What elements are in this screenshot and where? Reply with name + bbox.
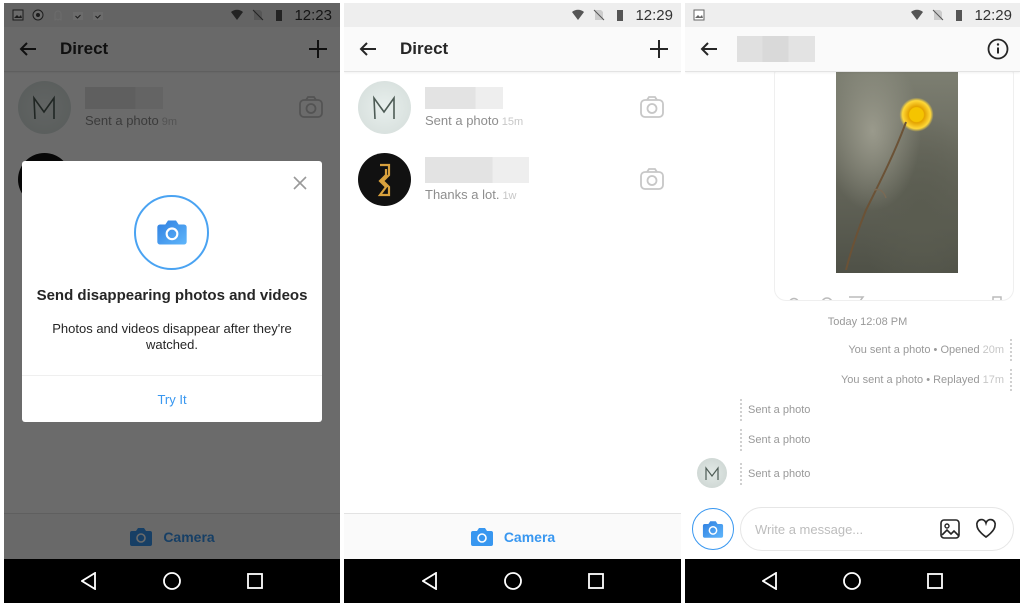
status-time: 12:29 bbox=[635, 6, 673, 24]
thread-preview: Sent a photo bbox=[425, 112, 499, 128]
disappearing-indicator bbox=[740, 399, 742, 421]
conversation-title-blurred[interactable] bbox=[737, 36, 815, 62]
info-button[interactable] bbox=[976, 27, 1020, 71]
camera-bar[interactable]: Camera bbox=[344, 513, 681, 559]
message-input-container bbox=[740, 507, 1014, 551]
back-button[interactable] bbox=[687, 27, 731, 71]
flower-photo bbox=[836, 70, 958, 273]
nav-home-button[interactable] bbox=[160, 569, 184, 593]
status-time: 12:29 bbox=[974, 6, 1012, 24]
triangle-back-icon bbox=[81, 572, 97, 590]
app-bar: Direct bbox=[344, 27, 681, 72]
info-icon bbox=[987, 38, 1009, 60]
disappearing-indicator bbox=[740, 429, 742, 451]
message-text: Sent a photo bbox=[748, 404, 811, 416]
camera-label: Camera bbox=[503, 528, 556, 545]
back-button[interactable] bbox=[346, 27, 390, 71]
circle-home-icon bbox=[503, 572, 522, 590]
no-sim-icon bbox=[594, 9, 605, 21]
avatar bbox=[358, 152, 411, 206]
username-blurred bbox=[425, 86, 503, 109]
square-recents-icon bbox=[246, 573, 263, 589]
disappearing-indicator bbox=[1010, 339, 1012, 361]
camera-icon bbox=[470, 527, 493, 546]
camera-reply-icon[interactable] bbox=[639, 166, 665, 192]
disappearing-media-dialog: Send disappearing photos and videos Phot… bbox=[22, 161, 322, 422]
dialog-heading: Send disappearing photos and videos bbox=[36, 287, 308, 304]
screen-with-dialog: 12:23 Direct Sent a photo9m Camera bbox=[4, 3, 340, 603]
nav-recents-button[interactable] bbox=[243, 569, 267, 593]
disappearing-indicator bbox=[1010, 369, 1012, 391]
username-blurred bbox=[425, 156, 529, 183]
new-message-button[interactable] bbox=[637, 27, 681, 71]
app-bar bbox=[685, 27, 1020, 72]
wifi-icon bbox=[911, 9, 924, 20]
wifi-icon bbox=[572, 9, 585, 20]
thread-list-item[interactable]: Thanks a lot. 1w bbox=[344, 144, 681, 214]
camera-icon bbox=[702, 520, 724, 538]
nav-home-button[interactable] bbox=[501, 569, 525, 593]
conversation-screen: 12:29 Today 12:08 PM You sent a photo • … bbox=[685, 3, 1020, 603]
thread-preview: Thanks a lot. bbox=[425, 186, 500, 202]
nav-back-button[interactable] bbox=[418, 569, 442, 593]
message-text: You sent a photo • Replayed bbox=[840, 374, 980, 386]
android-nav-bar bbox=[344, 559, 681, 603]
circle-home-icon bbox=[843, 572, 862, 590]
try-it-button[interactable]: Try It bbox=[22, 376, 322, 422]
received-message[interactable]: Sent a photo bbox=[740, 463, 810, 485]
arrow-left-icon bbox=[359, 42, 376, 56]
message-time: 17m bbox=[982, 374, 1004, 386]
triangle-back-icon bbox=[762, 572, 778, 590]
nav-recents-button[interactable] bbox=[584, 569, 608, 593]
circle-home-icon bbox=[163, 572, 181, 590]
message-composer bbox=[685, 503, 1020, 559]
square-recents-icon bbox=[587, 573, 604, 589]
received-message[interactable]: Sent a photo bbox=[740, 399, 810, 421]
post-actions bbox=[785, 292, 1003, 300]
message-input[interactable] bbox=[755, 521, 925, 537]
gallery-icon[interactable] bbox=[939, 518, 961, 540]
sender-avatar[interactable] bbox=[697, 458, 727, 488]
camera-ring bbox=[134, 195, 209, 270]
nav-back-button[interactable] bbox=[758, 569, 782, 593]
chat-timestamp: Today 12:08 PM bbox=[827, 316, 908, 328]
status-bar: 12:29 bbox=[344, 3, 681, 27]
triangle-back-icon bbox=[421, 572, 437, 590]
no-sim-icon bbox=[933, 9, 944, 21]
gallery-notification-icon bbox=[693, 9, 705, 21]
message-text: You sent a photo • Opened bbox=[848, 344, 980, 356]
plus-icon bbox=[650, 40, 668, 58]
battery-icon bbox=[956, 10, 963, 21]
battery-icon bbox=[617, 10, 624, 21]
square-recents-icon bbox=[926, 573, 943, 589]
close-icon[interactable] bbox=[292, 175, 308, 191]
message-text: Sent a photo bbox=[748, 468, 811, 480]
sent-message[interactable]: You sent a photo • Replayed 17m bbox=[841, 369, 1012, 391]
thread-time: 1w bbox=[502, 189, 517, 202]
dialog-body: Photos and videos disappear after they'r… bbox=[52, 321, 292, 352]
disappearing-indicator bbox=[740, 463, 742, 485]
heart-icon[interactable] bbox=[975, 518, 997, 540]
nav-back-button[interactable] bbox=[77, 569, 101, 593]
camera-reply-icon[interactable] bbox=[639, 94, 665, 120]
page-title: Direct bbox=[400, 39, 449, 58]
android-nav-bar bbox=[4, 559, 340, 603]
camera-button[interactable] bbox=[692, 508, 734, 550]
message-text: Sent a photo bbox=[748, 434, 811, 446]
avatar bbox=[358, 80, 411, 134]
android-nav-bar bbox=[685, 559, 1020, 603]
thread-time: 15m bbox=[501, 115, 524, 128]
sent-message[interactable]: You sent a photo • Opened 20m bbox=[848, 339, 1012, 361]
received-message[interactable]: Sent a photo bbox=[740, 429, 810, 451]
arrow-left-icon bbox=[700, 42, 717, 56]
nav-home-button[interactable] bbox=[840, 569, 864, 593]
shared-photo-card[interactable] bbox=[774, 63, 1014, 301]
nav-recents-button[interactable] bbox=[923, 569, 947, 593]
status-bar: 12:29 bbox=[685, 3, 1020, 27]
message-time: 20m bbox=[982, 344, 1004, 356]
thread-list-item[interactable]: Sent a photo 15m bbox=[344, 72, 681, 142]
direct-inbox-screen: 12:29 Direct Sent a photo 15m Thanks a lo… bbox=[344, 3, 681, 603]
camera-icon bbox=[156, 220, 187, 245]
